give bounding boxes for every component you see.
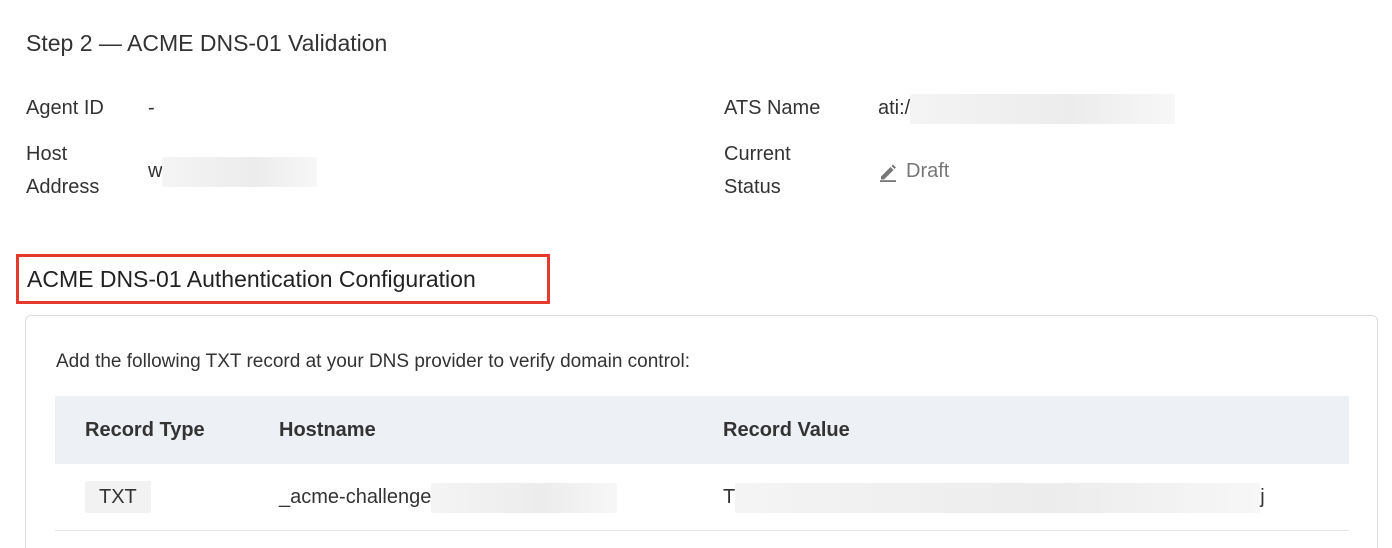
redacted-block [910,93,1176,124]
redacted-block [431,482,618,513]
redacted-block [735,482,1261,513]
record-value-cell[interactable]: Tj [723,464,1265,530]
record-value-start: T [723,486,736,508]
agent-id-value: - [148,97,155,119]
host-address-label-line2: Address [26,176,100,198]
host-address-text: w [148,160,163,182]
redacted-block [162,156,318,187]
hostname-cell[interactable]: _acme-challenge [279,464,618,530]
ats-name-value: ati:/ [878,92,1176,125]
ats-name-label: ATS Name [724,97,821,119]
record-type-tag: TXT [85,481,151,513]
column-header-record-value: Record Value [723,419,850,441]
page-title: Step 2 — ACME DNS-01 Validation [26,30,388,56]
current-status-value: Draft [906,160,950,182]
current-status-label: Current Status [724,138,844,204]
record-value-end: j [1260,486,1265,508]
host-address-value: w [148,155,318,188]
host-address-label: Host Address [26,138,146,204]
current-status-label-line1: Current [724,143,791,165]
ats-name-text: ati:/ [878,97,911,119]
table-header: Record Type Hostname Record Value [55,396,1349,464]
config-panel: Add the following TXT record at your DNS… [25,315,1378,548]
column-header-hostname: Hostname [279,419,376,441]
host-address-label-line1: Host [26,143,68,165]
pencil-icon [880,164,896,182]
record-type-cell: TXT [85,464,151,530]
current-status-label-line2: Status [724,176,781,198]
hostname-text: _acme-challenge [279,486,432,508]
column-header-record-type: Record Type [85,419,205,441]
instruction-text: Add the following TXT record at your DNS… [56,351,690,372]
table-row: TXT _acme-challenge Tj [55,464,1349,531]
status-badge: Draft [878,155,949,188]
agent-id-label: Agent ID [26,97,104,119]
config-section-title: ACME DNS-01 Authentication Configuration [16,254,550,304]
dns-record-table: Record Type Hostname Record Value TXT _a… [55,396,1349,531]
